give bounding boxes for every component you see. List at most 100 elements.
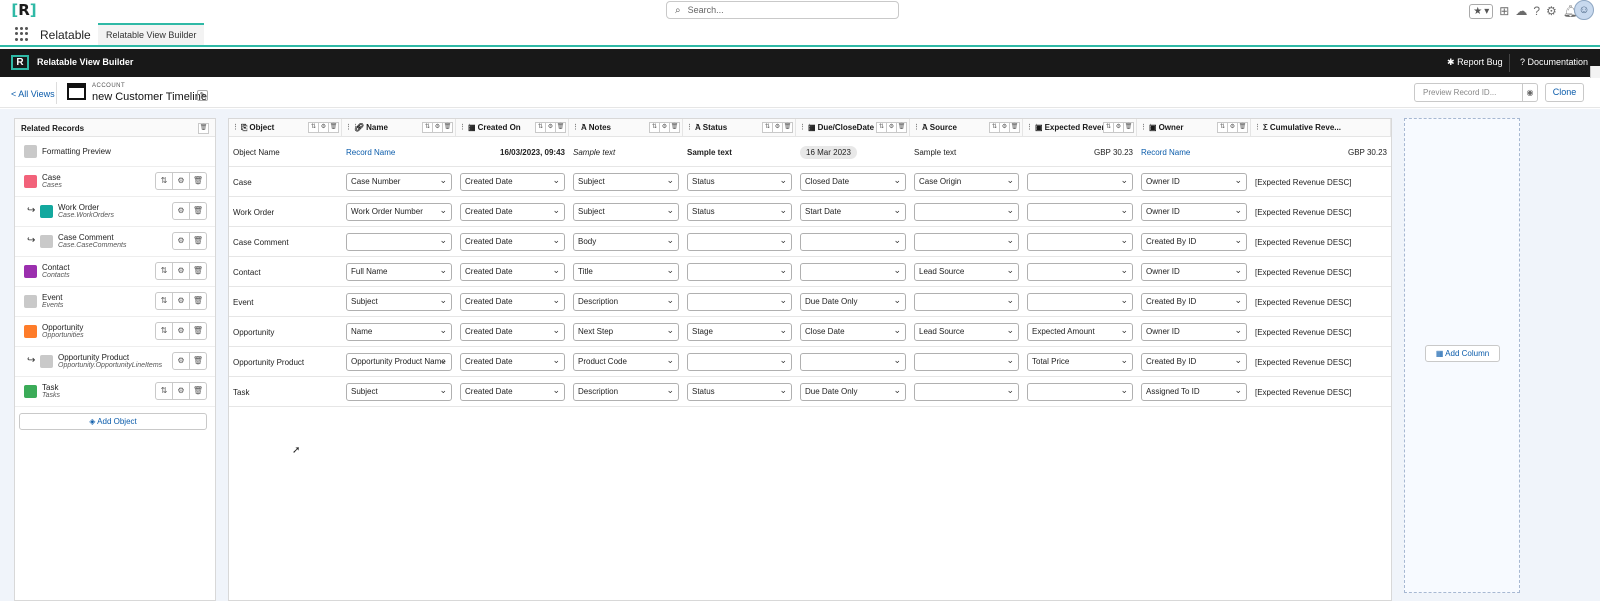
column-header[interactable]: ⋮⋮ ▣ Owner ⇅ ⚙ 🗑︎ [1137, 119, 1251, 137]
field-select[interactable]: Created Date [460, 293, 565, 311]
field-select[interactable]: Created Date [460, 263, 565, 281]
column-header[interactable]: ⋮⋮ A Source ⇅ ⚙ 🗑︎ [910, 119, 1023, 137]
field-select[interactable]: Closed Date [800, 173, 906, 191]
gear-icon[interactable]: ⚙ [172, 322, 190, 340]
trash-icon[interactable]: 🗑︎ [189, 232, 207, 250]
drag-handle-icon[interactable]: ⋮⋮ [232, 119, 246, 137]
trash-icon[interactable]: 🗑︎ [1123, 122, 1134, 133]
field-select[interactable] [1027, 233, 1133, 251]
field-select[interactable]: Subject [346, 293, 452, 311]
trash-icon[interactable]: 🗑︎ [1009, 122, 1020, 133]
related-record-item[interactable]: ↪ Opportunity Product Opportunity.Opportun… [15, 347, 215, 377]
gear-icon[interactable]: ⚙ [172, 382, 190, 400]
field-select[interactable] [1027, 263, 1133, 281]
field-select[interactable]: Owner ID [1141, 203, 1247, 221]
field-select[interactable]: Subject [573, 173, 679, 191]
sort-icon[interactable]: ⇅ [155, 262, 173, 280]
field-select[interactable]: Created By ID [1141, 293, 1247, 311]
field-select[interactable] [914, 353, 1019, 371]
drag-handle-icon[interactable]: ⋮⋮ [913, 119, 927, 137]
related-record-item[interactable]: Formatting Preview [15, 137, 215, 167]
field-select[interactable] [1027, 383, 1133, 401]
field-select[interactable]: Status [687, 383, 792, 401]
field-select[interactable]: Status [687, 203, 792, 221]
favorites-button[interactable]: ★ ▾ [1469, 3, 1494, 19]
field-select[interactable]: Due Date Only [800, 383, 906, 401]
trash-icon[interactable]: 🗑︎ [198, 123, 209, 134]
drag-handle-icon[interactable]: ⋮⋮ [572, 119, 586, 137]
field-select[interactable]: Owner ID [1141, 263, 1247, 281]
field-select[interactable] [687, 233, 792, 251]
field-select[interactable] [800, 263, 906, 281]
eye-icon[interactable]: ◉ [1523, 83, 1538, 102]
field-select[interactable]: Product Code [573, 353, 679, 371]
field-select[interactable]: Close Date [800, 323, 906, 341]
column-header[interactable]: ⋮⋮ ▣ Expected Reven ⇅ ⚙ 🗑︎ [1023, 119, 1137, 137]
drag-handle-icon[interactable]: ⋮⋮ [686, 119, 700, 137]
field-select[interactable]: Expected Amount [1027, 323, 1133, 341]
field-select[interactable] [800, 233, 906, 251]
drag-handle-icon[interactable]: ⋮⋮ [1140, 119, 1154, 137]
related-record-item[interactable]: Case Cases ⇅ ⚙ 🗑︎ [15, 167, 215, 197]
gear-icon[interactable]: ⚙ [172, 352, 190, 370]
drag-handle-icon[interactable]: ⋮⋮ [345, 119, 359, 137]
drag-handle-icon[interactable]: ⋮⋮ [799, 119, 813, 137]
drag-handle-icon[interactable]: ⋮⋮ [1254, 119, 1268, 137]
trash-icon[interactable]: 🗑︎ [189, 322, 207, 340]
field-select[interactable] [687, 263, 792, 281]
field-select[interactable]: Case Origin [914, 173, 1019, 191]
field-select[interactable] [800, 353, 906, 371]
field-select[interactable] [1027, 203, 1133, 221]
gear-icon[interactable]: ⚙ [172, 262, 190, 280]
field-select[interactable]: Status [687, 173, 792, 191]
field-select[interactable]: Name [346, 323, 452, 341]
related-record-item[interactable]: Task Tasks ⇅ ⚙ 🗑︎ [15, 377, 215, 407]
field-select[interactable] [914, 203, 1019, 221]
field-select[interactable]: Owner ID [1141, 323, 1247, 341]
field-select[interactable] [914, 233, 1019, 251]
field-select[interactable]: Opportunity Product Name [346, 353, 452, 371]
field-select[interactable] [1027, 173, 1133, 191]
trash-icon[interactable]: 🗑︎ [555, 122, 566, 133]
field-select[interactable] [1027, 293, 1133, 311]
related-record-item[interactable]: Event Events ⇅ ⚙ 🗑︎ [15, 287, 215, 317]
relatable-logo[interactable]: [R] [11, 1, 37, 20]
field-select[interactable] [914, 293, 1019, 311]
field-select[interactable]: Created By ID [1141, 353, 1247, 371]
trash-icon[interactable]: 🗑︎ [189, 352, 207, 370]
trash-icon[interactable]: 🗑︎ [442, 122, 453, 133]
drag-handle-icon[interactable]: ⋮⋮ [1026, 119, 1040, 137]
related-record-item[interactable]: Contact Contacts ⇅ ⚙ 🗑︎ [15, 257, 215, 287]
drag-handle-icon[interactable]: ⋮⋮ [459, 119, 473, 137]
sort-icon[interactable]: ⇅ [155, 322, 173, 340]
clone-button[interactable]: Clone [1545, 83, 1584, 102]
preview-record-input[interactable]: Preview Record ID... [1414, 83, 1523, 102]
documentation-button[interactable]: ? Documentation [1520, 57, 1588, 67]
field-select[interactable]: Body [573, 233, 679, 251]
field-select[interactable]: Start Date [800, 203, 906, 221]
field-select[interactable] [687, 293, 792, 311]
related-record-item[interactable]: ↪ Work Order Case.WorkOrders ⚙ 🗑︎ [15, 197, 215, 227]
field-select[interactable]: Owner ID [1141, 173, 1247, 191]
column-header[interactable]: ⋮⋮ ⎘ Object ⇅ ⚙ 🗑︎ [229, 119, 342, 137]
pencil-icon[interactable]: ✎ [197, 90, 208, 101]
field-select[interactable]: Created Date [460, 203, 565, 221]
field-select[interactable]: Work Order Number [346, 203, 452, 221]
add-column-button[interactable]: ▦ Add Column [1425, 345, 1500, 362]
field-select[interactable]: Title [573, 263, 679, 281]
trash-icon[interactable]: 🗑︎ [189, 262, 207, 280]
field-select[interactable]: Created Date [460, 353, 565, 371]
column-header[interactable]: ⋮⋮ A Status ⇅ ⚙ 🗑︎ [683, 119, 796, 137]
trash-icon[interactable]: 🗑︎ [896, 122, 907, 133]
all-views-link[interactable]: < All Views [11, 89, 55, 99]
field-select[interactable]: Full Name [346, 263, 452, 281]
field-select[interactable] [346, 233, 452, 251]
field-select[interactable] [914, 383, 1019, 401]
global-search-input[interactable]: ⌕ Search... [666, 1, 899, 19]
trash-icon[interactable]: 🗑︎ [1237, 122, 1248, 133]
column-header[interactable]: ⋮⋮ 🔗︎ Name ⇅ ⚙ 🗑︎ [342, 119, 456, 137]
tab-relatable-view-builder[interactable]: Relatable View Builder [98, 23, 205, 45]
add-icon[interactable]: ⊞ [1499, 4, 1509, 18]
field-select[interactable] [687, 353, 792, 371]
trailhead-icon[interactable]: ☁ [1515, 4, 1527, 18]
